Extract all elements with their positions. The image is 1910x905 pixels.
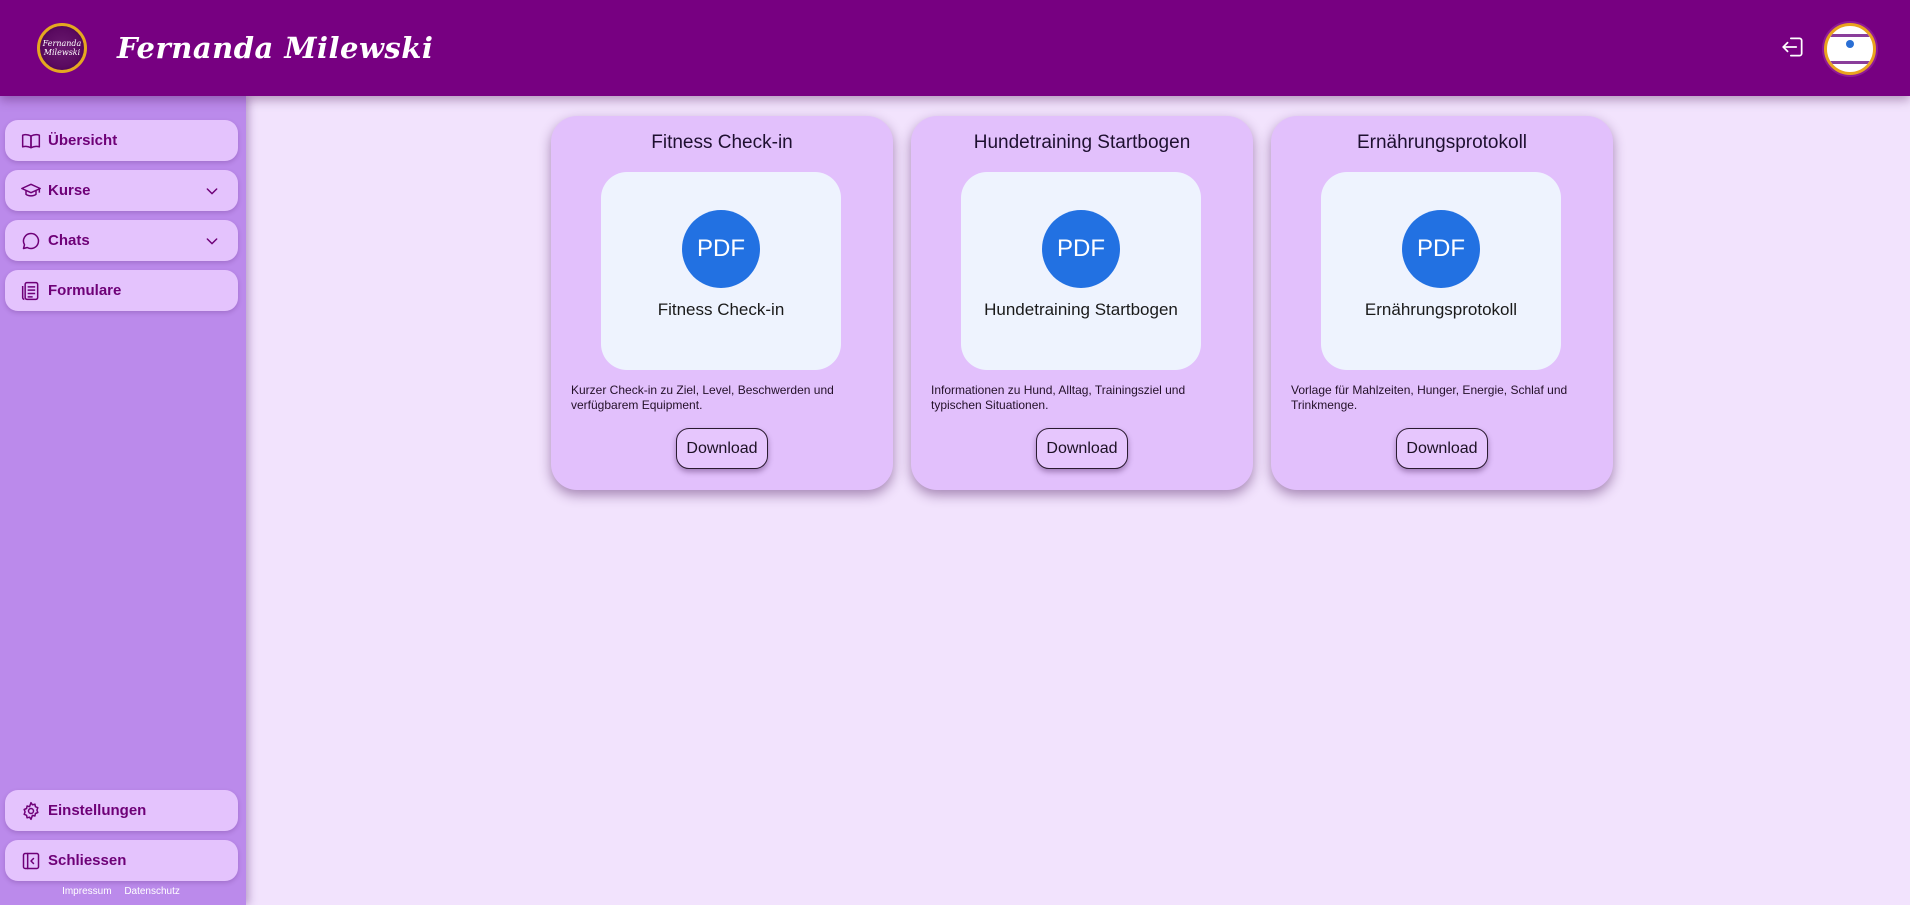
pdf-preview[interactable]: PDF Fitness Check-in: [601, 172, 841, 370]
card-title: Ernährungsprotokoll: [1356, 132, 1528, 153]
sidebar-item-einstellungen[interactable]: Einstellungen: [5, 790, 238, 831]
pdf-preview[interactable]: PDF Ernährungsprotokoll: [1321, 172, 1561, 370]
graduation-cap-icon: [21, 183, 41, 197]
preview-filename: Fitness Check-in: [657, 300, 785, 319]
card-description: Vorlage für Mahlzeiten, Hunger, Energie,…: [1291, 383, 1568, 412]
pdf-icon: PDF: [1402, 210, 1480, 288]
sidebar-item-label: Formulare: [48, 282, 122, 299]
chat-bubble-icon: [22, 232, 40, 249]
sidebar-item-chats[interactable]: Chats: [5, 220, 238, 261]
sidebar-item-label: Übersicht: [48, 132, 118, 149]
sidebar-item-kurse[interactable]: Kurse: [5, 170, 238, 211]
download-button[interactable]: Download: [676, 428, 768, 469]
datenschutz-link[interactable]: Datenschutz: [124, 886, 180, 897]
sidebar-item-label: Einstellungen: [48, 802, 147, 819]
top-header: Fernanda Milewski Fernanda Milewski: [0, 0, 1910, 96]
form-card: Ernährungsprotokoll PDF Ernährungsprotok…: [1271, 116, 1613, 490]
form-card: Fitness Check-in PDF Fitness Check-in Ku…: [551, 116, 893, 490]
logout-icon[interactable]: [1780, 34, 1806, 60]
sidebar-item-label: Chats: [48, 232, 90, 249]
gear-icon: [23, 801, 39, 820]
pdf-icon: PDF: [1042, 210, 1120, 288]
card-description: Kurzer Check-in zu Ziel, Level, Beschwer…: [571, 383, 834, 412]
chevron-down-icon[interactable]: [204, 233, 220, 249]
sidebar-footer: Impressum Datenschutz: [0, 886, 242, 897]
chevron-down-icon[interactable]: [204, 183, 220, 199]
impressum-link[interactable]: Impressum: [62, 886, 111, 897]
logo-text: Fernanda Milewski: [42, 39, 82, 57]
preview-filename: Hundetraining Startbogen: [984, 300, 1178, 319]
panel-collapse-icon: [22, 852, 40, 869]
card-title: Fitness Check-in: [651, 132, 793, 153]
pdf-icon: PDF: [682, 210, 760, 288]
sidebar: Übersicht Kurse Chats Formulare Einstell…: [0, 96, 246, 905]
download-button[interactable]: Download: [1396, 428, 1488, 469]
sidebar-item-schliessen[interactable]: Schliessen: [5, 840, 238, 881]
download-button[interactable]: Download: [1036, 428, 1128, 469]
sidebar-item-label: Kurse: [48, 182, 91, 199]
card-description: Informationen zu Hund, Alltag, Trainings…: [931, 383, 1186, 412]
user-avatar[interactable]: [1824, 23, 1876, 75]
form-card: Hundetraining Startbogen PDF Hundetraini…: [911, 116, 1253, 490]
book-open-icon: [21, 133, 41, 148]
sidebar-item-uebersicht[interactable]: Übersicht: [5, 120, 238, 161]
document-list-icon: [21, 281, 39, 300]
brand-logo[interactable]: Fernanda Milewski: [37, 23, 87, 73]
sidebar-item-label: Schliessen: [48, 852, 127, 869]
avatar-image: [1830, 34, 1870, 64]
sidebar-item-formulare[interactable]: Formulare: [5, 270, 238, 311]
preview-filename: Ernährungsprotokoll: [1364, 300, 1518, 319]
brand-name: Fernanda Milewski: [117, 31, 434, 65]
card-title: Hundetraining Startbogen: [973, 132, 1191, 153]
pdf-preview[interactable]: PDF Hundetraining Startbogen: [961, 172, 1201, 370]
